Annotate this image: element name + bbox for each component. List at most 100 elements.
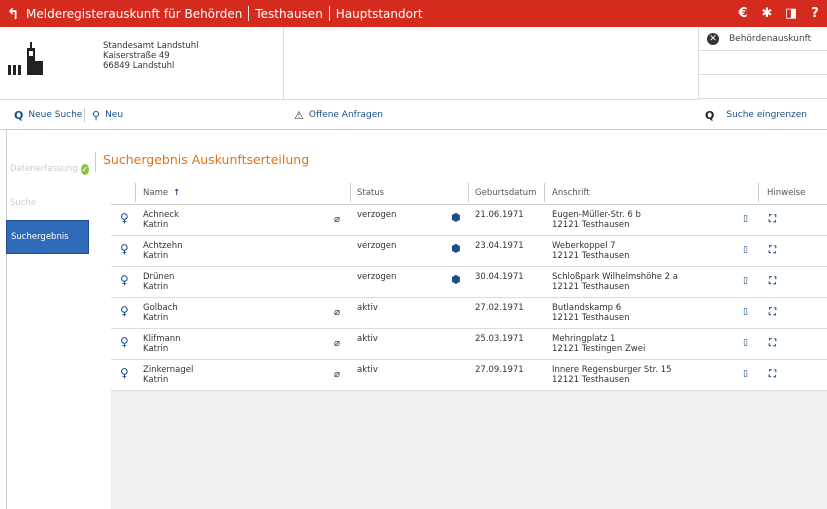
female-icon: ♀: [120, 273, 129, 287]
table-row[interactable]: ♀ Klifmann Katrin ⌀ aktiv 25.03.1971 Meh…: [111, 329, 827, 360]
cube-icon[interactable]: ⬢: [451, 273, 461, 286]
sidebar-item-suche[interactable]: Suche: [6, 186, 89, 220]
binoculars-icon[interactable]: ⛶: [769, 276, 776, 287]
person-status: verzogen: [357, 210, 397, 220]
new-button[interactable]: ⚲ Neu: [92, 100, 123, 130]
person-dob: 23.04.1971: [475, 241, 524, 251]
authority-city: 66849 Landstuhl: [103, 61, 175, 71]
document-icon[interactable]: ▯: [743, 307, 748, 317]
open-requests-label: Offene Anfragen: [308, 110, 383, 120]
document-icon[interactable]: ▯: [743, 276, 748, 286]
tag-icon[interactable]: ⌀: [334, 307, 340, 318]
person-status: aktiv: [357, 334, 378, 344]
column-header-notes[interactable]: Hinweise: [767, 180, 805, 205]
table-row[interactable]: ♀ Achneck Katrin ⌀ verzogen ⬢ 21.06.1971…: [111, 205, 827, 236]
table-row[interactable]: ♀ Zinkernagel Katrin ⌀ aktiv 27.09.1971 …: [111, 360, 827, 391]
address-city: 12121 Testhausen: [552, 220, 630, 230]
euro-icon[interactable]: €: [731, 6, 755, 21]
document-icon[interactable]: ▯: [743, 338, 748, 348]
address-street: Butlandskamp 6: [552, 303, 622, 313]
address-street: Innere Regensburger Str. 15: [552, 365, 672, 375]
sort-ascending-icon[interactable]: ↑: [173, 188, 180, 198]
authority-street: Kaiserstraße 49: [103, 51, 170, 61]
person-address: Innere Regensburger Str. 15 12121 Testha…: [552, 365, 672, 385]
table-row[interactable]: ♀ Achtzehn Katrin verzogen ⬢ 23.04.1971 …: [111, 236, 827, 267]
person-address: Mehringplatz 1 12121 Testingen Zwei: [552, 334, 645, 354]
address-street: Weberkoppel 7: [552, 241, 616, 251]
column-divider: [544, 183, 545, 202]
table-row[interactable]: ♀ Drünen Katrin verzogen ⬢ 30.04.1971 Sc…: [111, 267, 827, 298]
female-icon: ♀: [120, 304, 129, 318]
table-row[interactable]: ♀ Golbach Katrin ⌀ aktiv 27.02.1971 Butl…: [111, 298, 827, 329]
person-lastname: Zinkernagel: [143, 365, 194, 375]
binoculars-icon[interactable]: ⛶: [769, 369, 776, 380]
person-lastname: Klifmann: [143, 334, 181, 344]
binoculars-icon[interactable]: ⛶: [769, 307, 776, 318]
column-header-name[interactable]: Name ↑: [143, 180, 180, 205]
column-header-label: Name: [143, 187, 169, 198]
new-search-label: Neue Suche: [28, 110, 83, 120]
column-header-address[interactable]: Anschrift: [552, 180, 590, 205]
sidebar-item-label: Suche: [10, 198, 37, 208]
person-status: aktiv: [357, 365, 378, 375]
sidebar-item-suchergebnis[interactable]: Suchergebnis: [6, 220, 89, 254]
close-circle-icon[interactable]: ✕: [707, 32, 719, 45]
column-header-status[interactable]: Status: [357, 180, 384, 205]
document-icon[interactable]: ▯: [743, 245, 748, 255]
location-pin-icon: ⚲: [92, 108, 101, 122]
new-label: Neu: [105, 110, 124, 120]
tag-icon[interactable]: ⌀: [334, 338, 340, 349]
cube-icon[interactable]: ⬢: [451, 211, 461, 224]
address-city: 12121 Testhausen: [552, 375, 630, 385]
section-divider: [95, 152, 96, 172]
tag-icon[interactable]: ⌀: [334, 214, 340, 225]
person-lastname: Achneck: [143, 210, 179, 220]
authority-request-row[interactable]: ✕ Behördenauskunft: [699, 27, 827, 51]
document-icon[interactable]: ▯: [743, 214, 748, 224]
app-title-site: Hauptstandort: [335, 6, 423, 21]
document-icon[interactable]: ▯: [743, 369, 748, 379]
address-street: Mehringplatz 1: [552, 334, 616, 344]
sidebar: Datenerfassung ✓ Suche Suchergebnis: [6, 152, 89, 254]
authority-info: Standesamt Landstuhl Kaiserstraße 49 668…: [0, 27, 284, 100]
person-name: Achneck Katrin: [143, 210, 179, 230]
address-street: Eugen-Müller-Str. 6 b: [552, 210, 641, 220]
back-arrow-icon[interactable]: ↰: [0, 5, 26, 23]
female-icon: ♀: [120, 366, 129, 380]
person-name: Klifmann Katrin: [143, 334, 181, 354]
column-divider: [135, 183, 136, 202]
app-title: Melderegisterauskunft für Behörden Testh…: [26, 6, 423, 21]
header-panel: Standesamt Landstuhl Kaiserstraße 49 668…: [0, 27, 827, 130]
person-firstname: Katrin: [143, 220, 169, 230]
title-separator: [248, 6, 250, 21]
person-status: verzogen: [357, 241, 397, 251]
help-icon[interactable]: ?: [803, 6, 827, 21]
open-requests-button[interactable]: ⚠ Offene Anfragen: [294, 100, 383, 130]
person-address: Butlandskamp 6 12121 Testhausen: [552, 303, 630, 323]
person-firstname: Katrin: [143, 313, 169, 323]
address-city: 12121 Testingen Zwei: [552, 344, 646, 354]
column-header-dob[interactable]: Geburtsdatum: [475, 180, 536, 205]
binoculars-icon[interactable]: ⛶: [769, 214, 776, 225]
cube-icon[interactable]: ⬢: [451, 242, 461, 255]
narrow-search-button[interactable]: Q Suche eingrenzen: [705, 100, 807, 130]
person-lastname: Golbach: [143, 303, 178, 313]
column-divider: [468, 183, 469, 202]
warning-icon: ⚠: [294, 108, 304, 122]
tag-icon[interactable]: ⌀: [334, 369, 340, 380]
person-dob: 30.04.1971: [475, 272, 524, 282]
female-icon: ♀: [120, 211, 129, 225]
binoculars-icon[interactable]: ⛶: [769, 338, 776, 349]
building-icon: [8, 42, 43, 75]
person-firstname: Katrin: [143, 375, 169, 385]
address-city: 12121 Testhausen: [552, 313, 630, 323]
binoculars-icon[interactable]: ⛶: [769, 245, 776, 256]
gear-icon[interactable]: ✱: [755, 6, 779, 21]
page-title: Suchergebnis Auskunftserteilung: [103, 152, 310, 167]
check-circle-icon: ✓: [80, 163, 89, 175]
new-search-button[interactable]: Q Neue Suche: [14, 100, 82, 130]
person-firstname: Katrin: [143, 251, 169, 261]
sidebar-item-datenerfassung[interactable]: Datenerfassung ✓: [6, 152, 89, 186]
header-right-empty-row: [699, 51, 827, 75]
panel-icon[interactable]: ◨: [779, 6, 803, 21]
